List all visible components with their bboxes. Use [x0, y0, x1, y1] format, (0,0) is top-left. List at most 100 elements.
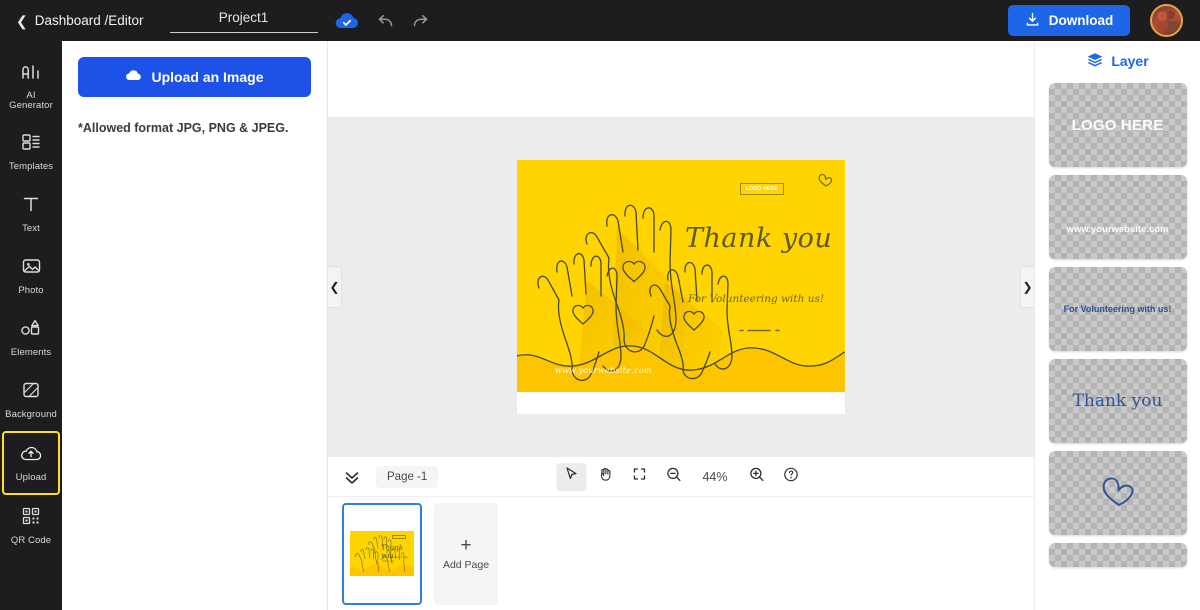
page-chip[interactable]: Page -1	[376, 465, 439, 488]
editor-app: ❮ Dashboard /Editor Project1 Download AI…	[0, 0, 1200, 610]
background-icon	[21, 380, 41, 405]
top-bar: ❮ Dashboard /Editor Project1 Download	[0, 0, 1200, 41]
zoom-in-button[interactable]	[742, 463, 772, 491]
redo-icon[interactable]	[411, 12, 430, 29]
help-button[interactable]	[776, 463, 806, 491]
fit-screen-icon	[631, 466, 647, 487]
chevron-left-icon: ❮	[329, 279, 340, 294]
layer-item-website[interactable]: www.yourwebsite.com	[1048, 175, 1187, 259]
layer-item-thank-you[interactable]: Thank you	[1048, 359, 1187, 443]
download-button[interactable]: Download	[1008, 5, 1130, 36]
raised-hands-artwork	[517, 204, 845, 392]
allowed-format-note: *Allowed format JPG, PNG & JPEG.	[78, 121, 289, 135]
thumbnail-logo-box	[392, 535, 406, 539]
design-card[interactable]: LOGO HERE Thank you For Volunteering wit…	[517, 159, 845, 392]
layer-item-partial[interactable]	[1048, 543, 1187, 567]
sidebar-item-label: Templates	[8, 161, 54, 173]
layer-list: LOGO HERE www.yourwebsite.com For Volunt…	[1035, 83, 1200, 567]
layer-thumb-text: For Volunteering with us!	[1063, 304, 1172, 314]
breadcrumb[interactable]: ❮ Dashboard /Editor	[16, 13, 144, 28]
page-thumbnail-preview: Thank you For Volunteering with us!	[350, 531, 414, 576]
layer-panel-title: Layer	[1086, 51, 1149, 71]
pan-tool-button[interactable]	[590, 463, 620, 491]
cursor-arrow-icon	[563, 466, 579, 487]
sidebar-item-upload[interactable]: Upload	[2, 431, 60, 495]
fit-screen-tool-button[interactable]	[624, 463, 654, 491]
download-icon	[1025, 12, 1040, 30]
card-bottom-margin	[517, 391, 845, 414]
layer-title-label: Layer	[1111, 53, 1149, 69]
photo-icon	[21, 256, 42, 281]
elements-icon	[19, 318, 43, 343]
layers-stack-icon	[1086, 51, 1104, 71]
avatar[interactable]	[1150, 4, 1183, 37]
cloud-check-icon[interactable]	[334, 11, 360, 30]
canvas-collapse-right-button[interactable]: ❯	[1020, 265, 1034, 308]
project-underline	[169, 32, 318, 33]
sidebar-item-templates[interactable]: Templates	[0, 121, 62, 183]
layer-panel: Layer LOGO HERE www.yourwebsite.com For …	[1034, 41, 1200, 610]
sidebar-item-ai-generator[interactable]: AI Generator	[0, 53, 62, 121]
upload-panel: Upload an Image *Allowed format JPG, PNG…	[62, 41, 328, 610]
card-heading[interactable]: Thank you	[685, 223, 835, 254]
canvas-tools: 44%	[556, 462, 806, 491]
bottom-toolbar: Page -1 44%	[328, 456, 1034, 496]
zoom-level-value: 44%	[702, 469, 728, 484]
sidebar-item-label: AI Generator	[9, 90, 53, 111]
logo-here-placeholder[interactable]: LOGO HERE	[740, 182, 784, 195]
sidebar-item-photo[interactable]: Photo	[0, 245, 62, 307]
editor-body: AI Generator Templates Text Photo Elemen…	[0, 41, 1200, 610]
canvas-collapse-left-button[interactable]: ❮	[328, 265, 342, 308]
layer-thumb-text: LOGO HERE	[1071, 116, 1164, 134]
text-icon	[21, 194, 41, 219]
sidebar-item-label: Photo	[18, 285, 44, 297]
page-thumbnail-1[interactable]: Thank you For Volunteering with us!	[342, 502, 422, 605]
help-circle-icon	[782, 466, 799, 488]
layer-item-heart[interactable]	[1048, 451, 1187, 535]
heart-outline-icon[interactable]	[817, 172, 834, 193]
thumbnail-subheading: For Volunteering with us!	[382, 555, 408, 563]
canvas-column: ❮ ❯ LOGO HERE Thank you For Volunteering…	[328, 41, 1034, 610]
pages-strip: Thank you For Volunteering with us! + Ad…	[328, 496, 1034, 610]
layer-item-logo-here[interactable]: LOGO HERE	[1048, 83, 1187, 167]
sidebar-item-background[interactable]: Background	[0, 369, 62, 431]
plus-icon: +	[460, 535, 472, 556]
upload-an-image-button[interactable]: Upload an Image	[78, 57, 311, 97]
divider-dashes	[739, 320, 787, 338]
zoom-in-icon	[748, 466, 765, 488]
layer-thumb-text: www.yourwebsite.com	[1066, 223, 1169, 235]
breadcrumb-label: Dashboard /Editor	[34, 13, 144, 28]
hand-icon	[597, 466, 613, 487]
card-subheading[interactable]: For Volunteering with us!	[688, 293, 824, 305]
chevron-left-icon: ❮	[16, 12, 28, 29]
sidebar-item-elements[interactable]: Elements	[0, 307, 62, 369]
upload-cloud-icon	[19, 444, 43, 468]
undo-icon[interactable]	[376, 12, 395, 29]
sidebar-item-label: Text	[22, 223, 40, 235]
left-rail: AI Generator Templates Text Photo Elemen…	[0, 41, 62, 610]
sidebar-item-text[interactable]: Text	[0, 183, 62, 245]
qr-code-icon	[21, 506, 41, 531]
ai-icon	[20, 63, 42, 86]
add-page-button[interactable]: + Add Page	[434, 502, 498, 605]
heart-outline-icon	[1098, 473, 1138, 514]
top-actions	[334, 11, 430, 30]
canvas-area[interactable]: ❮ ❯ LOGO HERE Thank you For Volunteering…	[328, 117, 1034, 456]
canvas-page[interactable]: LOGO HERE Thank you For Volunteering wit…	[517, 159, 845, 414]
download-label: Download	[1048, 13, 1114, 28]
double-chevron-down-icon[interactable]	[342, 467, 362, 487]
canvas-top-gap	[328, 41, 1034, 79]
sidebar-item-qr-code[interactable]: QR Code	[0, 495, 62, 557]
sidebar-item-label: QR Code	[10, 535, 52, 547]
card-website[interactable]: www.yourwebsite.com	[555, 366, 652, 375]
sidebar-item-label: Upload	[15, 471, 47, 483]
project-tab[interactable]	[169, 0, 318, 41]
project-name-input[interactable]	[169, 10, 318, 31]
zoom-out-icon	[665, 466, 682, 488]
cloud-upload-icon	[125, 69, 142, 85]
select-tool-button[interactable]	[556, 462, 587, 491]
sidebar-item-label: Background	[5, 409, 57, 421]
layer-item-volunteering[interactable]: For Volunteering with us!	[1048, 267, 1187, 351]
upload-button-label: Upload an Image	[151, 69, 264, 85]
zoom-out-button[interactable]	[658, 463, 688, 491]
